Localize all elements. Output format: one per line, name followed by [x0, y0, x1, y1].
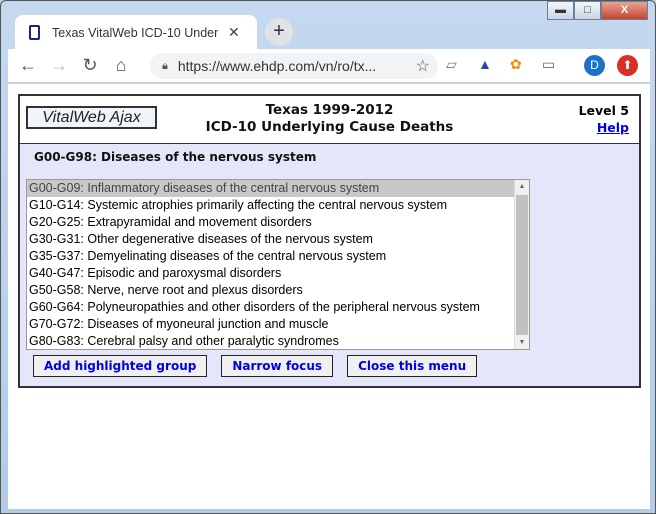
- add-highlighted-group-button[interactable]: Add highlighted group: [33, 355, 208, 377]
- site-favicon-icon: [29, 25, 40, 40]
- close-menu-button[interactable]: Close this menu: [347, 355, 478, 377]
- close-window-button[interactable]: X: [601, 1, 648, 20]
- reload-icon[interactable]: ↻: [79, 55, 101, 76]
- new-tab-button[interactable]: +: [265, 18, 293, 46]
- title-line-2: ICD-10 Underlying Cause Deaths: [205, 119, 454, 135]
- close-tab-icon[interactable]: ✕: [228, 24, 240, 41]
- group-heading: G00-G98: Diseases of the nervous system: [34, 150, 317, 164]
- list-item[interactable]: G50-G58: Nerve, nerve root and plexus di…: [27, 282, 529, 299]
- home-icon[interactable]: ⌂: [110, 55, 132, 76]
- page-header: VitalWeb Ajax Texas 1999-2012 ICD-10 Und…: [18, 94, 641, 144]
- url-text: https://www.ehdp.com/vn/ro/tx...: [177, 58, 377, 74]
- bookmark-star-icon[interactable]: ☆: [416, 56, 430, 76]
- level-label: Level 5: [578, 103, 629, 118]
- address-bar[interactable]: 🔒︎ https://www.ehdp.com/vn/ro/tx... ☆: [150, 53, 438, 79]
- browser-toolbar: ← → ↻ ⌂ 🔒︎ https://www.ehdp.com/vn/ro/tx…: [8, 49, 650, 83]
- scroll-up-icon[interactable]: ▲: [515, 183, 529, 190]
- list-item[interactable]: G60-G64: Polyneuropathies and other diso…: [27, 299, 529, 316]
- forward-icon[interactable]: →: [48, 55, 70, 76]
- menu-panel: G00-G98: Diseases of the nervous system …: [18, 143, 641, 388]
- listbox-scrollbar[interactable]: ▲ ▼: [514, 180, 529, 349]
- page-title: Texas 1999-2012 ICD-10 Underlying Cause …: [20, 102, 639, 136]
- update-icon[interactable]: ⬆: [617, 55, 638, 76]
- back-icon[interactable]: ←: [17, 55, 39, 76]
- extension-keyboard-icon[interactable]: ▭: [542, 56, 555, 73]
- list-item[interactable]: G70-G72: Diseases of myoneural junction …: [27, 316, 529, 333]
- level-info: Level 5 Help: [579, 102, 629, 136]
- lock-icon: 🔒︎: [162, 59, 168, 72]
- list-item[interactable]: G30-G31: Other degenerative diseases of …: [27, 231, 529, 248]
- tab-title: Texas VitalWeb ICD-10 Underlying Cause D…: [52, 25, 218, 40]
- cause-listbox[interactable]: G00-G09: Inflammatory diseases of the ce…: [26, 179, 530, 350]
- page-content: VitalWeb Ajax Texas 1999-2012 ICD-10 Und…: [8, 84, 650, 509]
- list-item[interactable]: G00-G09: Inflammatory diseases of the ce…: [27, 180, 529, 197]
- list-item[interactable]: G10-G14: Systemic atrophies primarily af…: [27, 197, 529, 214]
- list-item[interactable]: G80-G83: Cerebral palsy and other paraly…: [27, 333, 529, 349]
- help-link[interactable]: Help: [597, 120, 629, 135]
- narrow-focus-button[interactable]: Narrow focus: [221, 355, 334, 377]
- list-item[interactable]: G35-G37: Demyelinating diseases of the c…: [27, 248, 529, 265]
- browser-tab[interactable]: Texas VitalWeb ICD-10 Underlying Cause D…: [15, 15, 257, 50]
- minimize-button[interactable]: ▬: [547, 1, 574, 20]
- title-line-1: Texas 1999-2012: [265, 102, 394, 118]
- browser-window: ▬ □ X Texas VitalWeb ICD-10 Underlying C…: [0, 0, 656, 514]
- window-controls: ▬ □ X: [547, 1, 648, 20]
- extension-flower-icon[interactable]: ✿: [510, 56, 522, 73]
- extension-chart-icon[interactable]: ▲: [478, 56, 492, 72]
- profile-avatar[interactable]: D: [584, 55, 605, 76]
- extension-map-icon[interactable]: ▱: [446, 56, 457, 73]
- list-item[interactable]: G40-G47: Episodic and paroxysmal disorde…: [27, 265, 529, 282]
- scrollbar-thumb[interactable]: [516, 195, 528, 335]
- list-item[interactable]: G20-G25: Extrapyramidal and movement dis…: [27, 214, 529, 231]
- action-buttons: Add highlighted group Narrow focus Close…: [33, 355, 478, 377]
- maximize-button[interactable]: □: [574, 1, 601, 20]
- scroll-down-icon[interactable]: ▼: [515, 339, 529, 346]
